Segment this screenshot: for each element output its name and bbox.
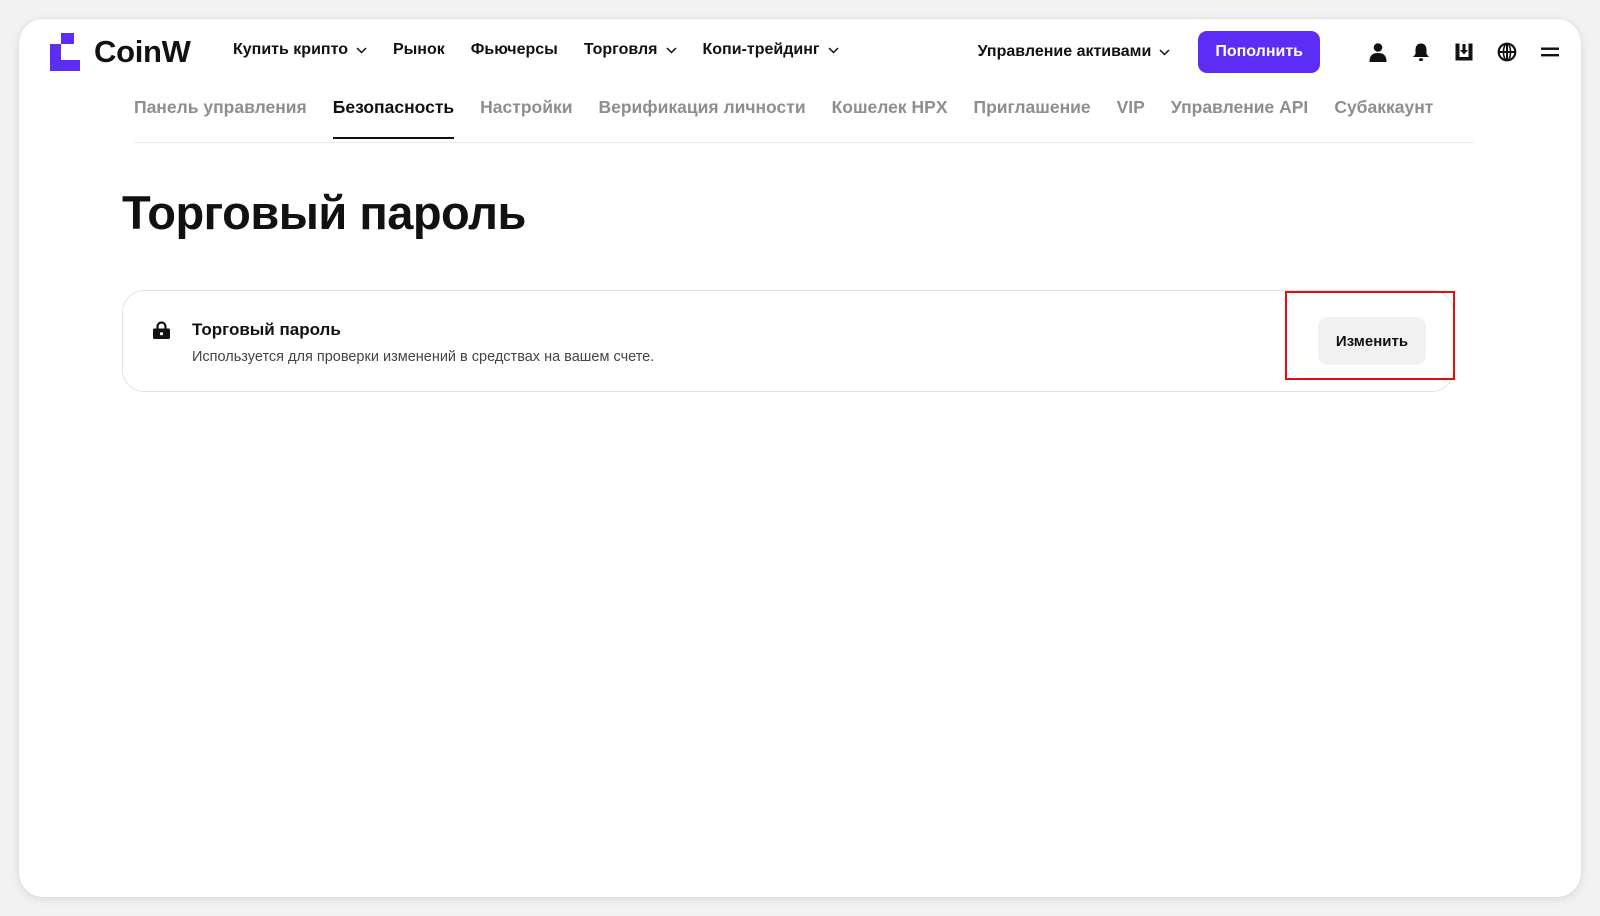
nav-futures[interactable]: Фьючерсы bbox=[471, 41, 558, 59]
tab-settings[interactable]: Настройки bbox=[480, 95, 572, 139]
chevron-down-icon bbox=[828, 46, 839, 54]
browser-window: CoinW Купить крипто Рынок Фьючерсы Торго… bbox=[19, 19, 1581, 897]
deposit-button[interactable]: Пополнить bbox=[1198, 31, 1320, 73]
user-icon[interactable] bbox=[1367, 41, 1389, 63]
nav-buy-crypto-label: Купить крипто bbox=[233, 41, 348, 58]
lock-icon bbox=[152, 321, 171, 340]
nav-trading[interactable]: Торговля bbox=[584, 41, 677, 59]
bell-icon[interactable] bbox=[1410, 41, 1432, 63]
trading-password-card: Торговый пароль Используется для проверк… bbox=[122, 290, 1454, 392]
download-icon[interactable] bbox=[1453, 41, 1475, 63]
brand-logo[interactable]: CoinW bbox=[48, 33, 191, 71]
tab-dashboard[interactable]: Панель управления bbox=[134, 95, 307, 139]
coinw-logo-icon bbox=[50, 33, 80, 71]
card-title: Торговый пароль bbox=[192, 320, 341, 339]
top-header: CoinW Купить крипто Рынок Фьючерсы Торго… bbox=[19, 19, 1581, 87]
nav-asset-management[interactable]: Управление активами bbox=[978, 43, 1171, 61]
nav-buy-crypto[interactable]: Купить крипто bbox=[233, 41, 367, 59]
chevron-down-icon bbox=[1159, 48, 1170, 56]
globe-icon[interactable] bbox=[1496, 41, 1518, 63]
tab-security[interactable]: Безопасность bbox=[332, 95, 455, 139]
brand-name: CoinW bbox=[94, 34, 191, 69]
main-nav: Купить крипто Рынок Фьючерсы Торговля Ко… bbox=[233, 41, 839, 59]
header-actions: Управление активами Пополнить bbox=[978, 31, 1561, 73]
tab-api-management[interactable]: Управление API bbox=[1171, 95, 1308, 139]
nav-asset-management-label: Управление активами bbox=[977, 43, 1152, 60]
nav-market[interactable]: Рынок bbox=[393, 41, 445, 59]
tab-vip[interactable]: VIP bbox=[1117, 95, 1145, 139]
tab-identity-verification[interactable]: Верификация личности bbox=[598, 95, 805, 139]
card-description: Используется для проверки изменений в ср… bbox=[192, 349, 655, 365]
chevron-down-icon bbox=[356, 46, 367, 54]
chevron-down-icon bbox=[665, 46, 677, 54]
menu-icon[interactable] bbox=[1539, 41, 1561, 63]
page-title: Торговый пароль bbox=[122, 186, 526, 239]
nav-futures-label: Фьючерсы bbox=[470, 41, 558, 58]
tab-subaccount[interactable]: Субаккаунт bbox=[1334, 95, 1433, 139]
nav-copy-trading[interactable]: Копи-трейдинг bbox=[703, 41, 839, 59]
tab-hpx-wallet[interactable]: Кошелек HPX bbox=[832, 95, 948, 139]
nav-trading-label: Торговля bbox=[583, 41, 658, 58]
account-tabs: Панель управления Безопасность Настройки… bbox=[134, 95, 1474, 143]
nav-market-label: Рынок bbox=[392, 41, 445, 58]
tab-invitation[interactable]: Приглашение bbox=[974, 95, 1091, 139]
nav-copy-trading-label: Копи-трейдинг bbox=[702, 41, 820, 58]
change-password-button[interactable]: Изменить bbox=[1318, 317, 1426, 365]
